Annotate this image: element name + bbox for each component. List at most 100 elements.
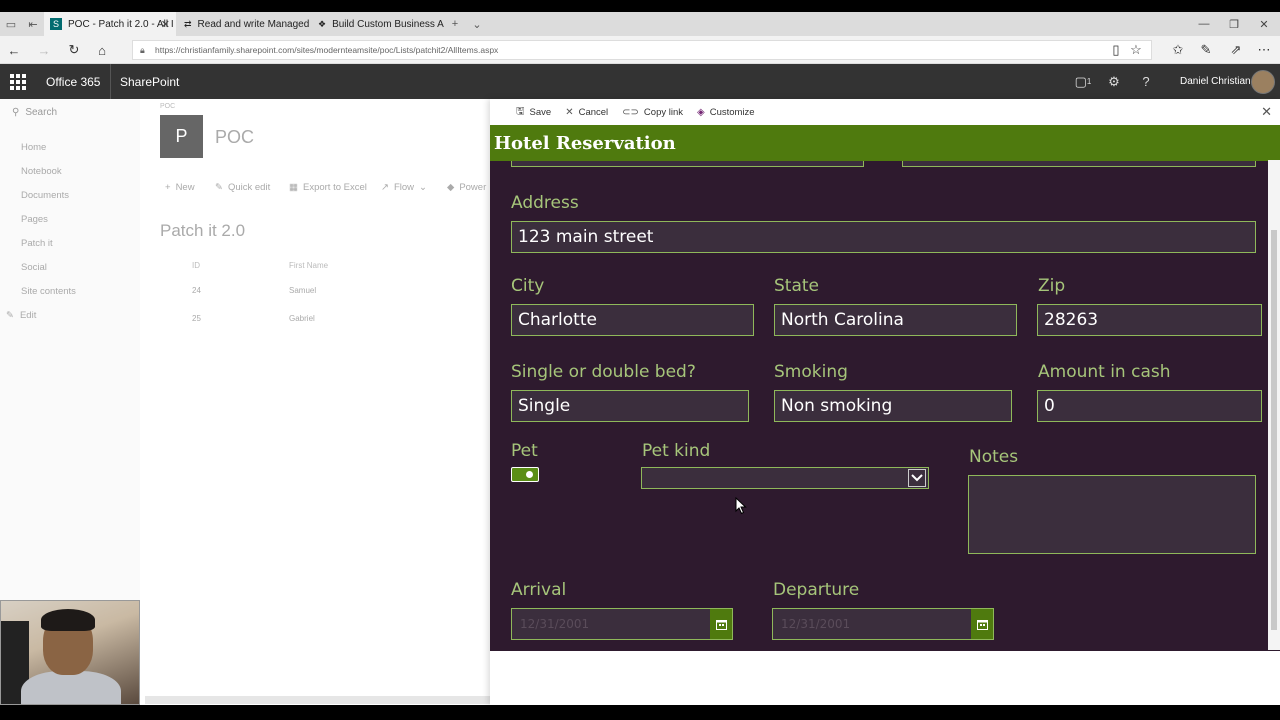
copy-link-button[interactable]: ⊂⊃ Copy link (622, 107, 683, 118)
link-icon: ⇄ (184, 18, 192, 29)
minimize-icon[interactable]: — (1188, 12, 1220, 36)
pet-kind-dropdown[interactable] (641, 467, 929, 489)
new-command[interactable]: + New (165, 182, 195, 193)
quick-edit-command[interactable]: ✎ Quick edit (215, 182, 270, 193)
state-input[interactable]: North Carolina (774, 304, 1017, 336)
nav-item-site-contents[interactable]: Site contents (21, 286, 76, 297)
pet-kind-label: Pet kind (642, 441, 711, 461)
site-logo[interactable]: P (160, 115, 203, 158)
export-excel-command[interactable]: ▦ Export to Excel (289, 182, 367, 193)
pen-icon[interactable]: ✎ (1192, 36, 1220, 64)
app-name[interactable]: SharePoint (120, 64, 179, 99)
nav-item-notebook[interactable]: Notebook (21, 166, 62, 177)
back-icon[interactable]: ← (0, 36, 28, 64)
tab-list-chevron-icon[interactable]: ⌄ (466, 12, 488, 36)
state-label: State (774, 276, 819, 296)
restore-icon[interactable]: ❐ (1218, 12, 1250, 36)
avatar[interactable] (1251, 70, 1275, 94)
tab-build-custom-business-app[interactable]: ❖ Build Custom Business App (312, 12, 444, 36)
nav-item-pages[interactable]: Pages (21, 214, 48, 225)
zip-input[interactable]: 28263 (1037, 304, 1262, 336)
city-label: City (511, 276, 545, 296)
table-cell-first-name[interactable]: Samuel (289, 286, 316, 295)
arrival-label: Arrival (511, 580, 567, 600)
favorite-star-icon[interactable]: ☆ (1122, 36, 1150, 64)
calendar-icon[interactable] (971, 609, 993, 639)
panel-command-bar: 🖫 Save ✕ Cancel ⊂⊃ Copy link ◈ Customize… (490, 99, 1280, 125)
cut-off-field[interactable] (511, 161, 864, 167)
forward-icon[interactable]: → (30, 36, 58, 64)
notes-label: Notes (969, 447, 1019, 467)
arrival-date-input[interactable]: 12/31/2001 (511, 608, 733, 640)
nav-item-patch-it[interactable]: Patch it (21, 238, 53, 249)
close-window-icon[interactable]: ✕ (1248, 12, 1280, 36)
cancel-button[interactable]: ✕ Cancel (565, 107, 608, 118)
settings-gear-icon[interactable]: ⚙ (1099, 64, 1129, 99)
form-vertical-scrollbar[interactable] (1268, 160, 1280, 650)
set-aside-tabs-icon[interactable]: ⇤ (22, 12, 44, 36)
city-input[interactable]: Charlotte (511, 304, 754, 336)
address-input[interactable]: 123 main street (511, 221, 1256, 253)
cash-label: Amount in cash (1038, 362, 1171, 382)
pet-label: Pet (511, 441, 538, 461)
nav-item-social[interactable]: Social (21, 262, 47, 273)
share-icon[interactable]: ⇗ (1222, 36, 1250, 64)
flow-icon: ↗ (381, 182, 389, 193)
cut-off-field[interactable] (902, 161, 1256, 167)
flow-command[interactable]: ↗ Flow ⌄ (381, 182, 427, 193)
table-cell-id: 24 (192, 286, 201, 295)
pet-toggle[interactable] (511, 467, 539, 482)
notes-textarea[interactable] (968, 475, 1256, 554)
smoking-input[interactable]: Non smoking (774, 390, 1012, 422)
departure-date-input[interactable]: 12/31/2001 (772, 608, 994, 640)
app-launcher-icon[interactable] (8, 72, 26, 90)
home-icon[interactable]: ⌂ (88, 36, 116, 64)
plus-icon: + (165, 182, 171, 193)
tab-actions-icon[interactable]: ▭ (0, 12, 22, 36)
edit-links[interactable]: ✎ Edit (6, 310, 36, 321)
more-icon[interactable]: ⋯ (1250, 36, 1278, 64)
url-field[interactable]: 🔒︎ https://christianfamily.sharepoint.co… (132, 40, 1152, 60)
tab-poc-patch-it[interactable]: S POC - Patch it 2.0 - All I ✕ (44, 12, 176, 36)
notifications-icon[interactable]: ▢ 1 (1068, 64, 1098, 99)
table-cell-id: 25 (192, 314, 201, 323)
cancel-icon: ✕ (565, 106, 574, 118)
cash-input[interactable]: 0 (1037, 390, 1262, 422)
new-tab-icon[interactable]: + (444, 12, 466, 36)
webcam-overlay (0, 600, 140, 705)
site-title[interactable]: POC (215, 127, 254, 148)
search-box[interactable]: ⚲ Search (12, 107, 57, 118)
horizontal-scrollbar[interactable] (145, 696, 490, 704)
close-panel-icon[interactable]: ✕ (1261, 104, 1272, 120)
mouse-cursor-icon (735, 497, 747, 515)
powerapps-form: Hotel Reservation Address 123 main stree… (490, 125, 1280, 651)
nav-item-documents[interactable]: Documents (21, 190, 69, 201)
pencil-icon: ✎ (6, 310, 14, 321)
nav-item-home[interactable]: Home (21, 142, 46, 153)
departure-label: Departure (773, 580, 860, 600)
tab-read-write-managed[interactable]: ⇄ Read and write Managed M (178, 12, 310, 36)
link-icon: ⊂⊃ (622, 106, 639, 118)
column-header-first-name[interactable]: First Name (289, 261, 328, 270)
powerapps-command[interactable]: ◆ Power (447, 182, 486, 193)
list-title: Patch it 2.0 (160, 221, 246, 240)
suite-bar: Office 365 SharePoint ▢ 1 ⚙ ? Daniel Chri… (0, 64, 1280, 99)
calendar-icon[interactable] (710, 609, 732, 639)
user-name[interactable]: Daniel Christian (1180, 64, 1251, 99)
office365-brand[interactable]: Office 365 (36, 64, 112, 99)
site-breadcrumb[interactable]: POC (160, 103, 175, 110)
refresh-icon[interactable]: ↻ (60, 36, 88, 64)
bed-input[interactable]: Single (511, 390, 749, 422)
chevron-down-icon: ⌄ (419, 182, 427, 193)
save-button[interactable]: 🖫 Save (516, 104, 551, 121)
table-cell-first-name[interactable]: Gabriel (289, 314, 315, 323)
help-icon[interactable]: ? (1131, 64, 1161, 99)
close-tab-icon[interactable]: ✕ (161, 18, 170, 31)
customize-button[interactable]: ◈ Customize (697, 107, 755, 118)
column-header-id[interactable]: ID (192, 261, 200, 270)
chevron-down-icon[interactable] (908, 469, 926, 487)
favorites-hub-icon[interactable]: ✩ (1164, 36, 1192, 64)
pencil-icon: ✎ (215, 182, 223, 193)
zip-label: Zip (1038, 276, 1066, 296)
scrollbar-thumb[interactable] (1271, 230, 1277, 630)
